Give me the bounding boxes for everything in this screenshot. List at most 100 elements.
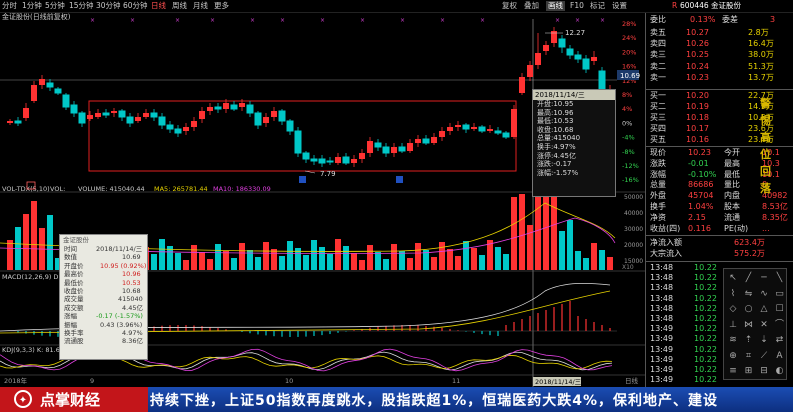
detail-info-window[interactable]: 金证股份 时间 2018/11/14/三 数值 10.69 开盘价 10.95 (0.… xyxy=(59,234,148,360)
stock-name: 金证股份 xyxy=(711,1,741,10)
stat-label: 净资 xyxy=(650,212,666,222)
candle-body xyxy=(214,106,222,110)
stat-label-2: 最低 xyxy=(724,169,740,179)
drawing-tool-icon[interactable]: ⇡ xyxy=(742,334,756,346)
period-1min[interactable]: 1分钟 xyxy=(22,1,42,11)
volume-bar xyxy=(407,258,413,270)
tick-time: 13:48 xyxy=(650,314,674,323)
vol-value: VOLUME: 415040.44 xyxy=(78,185,145,193)
drawing-tool-icon[interactable]: ⊟ xyxy=(757,365,771,377)
candle-body xyxy=(398,146,406,152)
buy-label: 买三 xyxy=(650,113,666,122)
candle-body xyxy=(286,120,294,132)
drawing-tool-icon[interactable]: ⇄ xyxy=(773,334,787,346)
period-daily[interactable]: 日线 xyxy=(151,1,166,11)
sell-row: 卖三 10.25 38.0万 xyxy=(650,50,790,60)
drawing-tool-icon[interactable]: ≡ xyxy=(726,365,740,377)
candle-body xyxy=(23,108,29,118)
drawing-tool-icon[interactable]: ○ xyxy=(742,303,756,315)
drawing-tool-icon[interactable]: ◇ xyxy=(726,303,740,315)
volume-bar xyxy=(519,194,525,270)
volume-bar xyxy=(367,245,373,270)
buy-label: 买四 xyxy=(650,124,666,133)
drawing-tool-icon[interactable]: ⋈ xyxy=(742,319,756,331)
f10-button[interactable]: F10 xyxy=(570,1,584,11)
overlay-button[interactable]: 叠加 xyxy=(524,1,539,11)
volume-bar xyxy=(303,255,309,270)
candle-body xyxy=(294,130,302,154)
flow-row: 大宗流入 575.2万 xyxy=(650,249,790,259)
flow-label: 大宗流入 xyxy=(650,249,682,258)
drawing-tool-icon[interactable]: ↖ xyxy=(726,272,740,284)
period-60min[interactable]: 60分钟 xyxy=(123,1,148,11)
buy-price: 10.19 xyxy=(686,102,709,111)
popup-open: 开盘:10.95 xyxy=(537,100,574,108)
drawing-tool-icon[interactable]: ⌗ xyxy=(742,350,756,362)
drawing-tool-icon[interactable]: ╱ xyxy=(742,272,756,284)
tick-price: 10.22 xyxy=(694,263,717,272)
tick-price: 10.22 xyxy=(694,314,717,323)
event-marker-blue-icon-2[interactable] xyxy=(396,176,403,183)
candle-body xyxy=(487,129,493,131)
price-axis-tick: -4% xyxy=(622,134,635,142)
drawing-tool-icon[interactable]: ─ xyxy=(757,272,771,284)
period-15min[interactable]: 15分钟 xyxy=(69,1,94,11)
volume-bar xyxy=(391,244,397,270)
volume-bar xyxy=(31,201,37,270)
candle-body xyxy=(223,103,229,109)
period-more[interactable]: 更多 xyxy=(214,1,229,11)
draw-line-button[interactable]: 画线 xyxy=(546,1,565,11)
candle-body xyxy=(422,138,430,144)
volume-bar xyxy=(207,259,213,270)
stat-label-2: 今开 xyxy=(724,148,740,157)
drawing-tool-icon[interactable]: ◐ xyxy=(773,365,787,377)
drawing-tool-icon[interactable]: ⌇ xyxy=(726,288,740,300)
event-marker-blue-icon[interactable] xyxy=(299,176,306,183)
tick-time: 13:48 xyxy=(650,303,674,313)
period-monthly[interactable]: 月线 xyxy=(193,1,208,11)
top-marker: × xyxy=(400,17,405,24)
settings-button[interactable]: 设置 xyxy=(612,1,627,11)
period-5min[interactable]: 5分钟 xyxy=(45,1,65,11)
drawing-tool-icon[interactable]: ✕ xyxy=(757,319,771,331)
candle-body xyxy=(431,137,437,143)
restore-right-button[interactable]: 复权 xyxy=(502,1,517,11)
drawing-tool-icon[interactable]: ☐ xyxy=(773,303,787,315)
drawing-tool-icon[interactable]: A xyxy=(773,350,787,362)
period-weekly[interactable]: 周线 xyxy=(172,1,187,11)
period-intraday[interactable]: 分时 xyxy=(2,1,17,11)
candle-body xyxy=(150,112,158,118)
drawing-tool-icon[interactable]: ≋ xyxy=(726,334,740,346)
volume-unit: X10 xyxy=(622,264,634,271)
volume-bar xyxy=(271,249,277,270)
candle-body xyxy=(335,157,341,163)
drawing-tools-panel: ↖ ╱ ─ ╲ ⌇ ⇋ ∿ ▭ ◇ ○ △ ☐ ⊥ ⋈ ✕ ⌒ ≋ ⇡ ⇣ ⇄ ⊕ ⌗ ⟋ A ≡ ⊞ ⊟ ◐ xyxy=(723,268,787,380)
tick-time: 13:49 xyxy=(650,354,674,364)
drawing-tool-icon[interactable]: ⟋ xyxy=(757,350,771,362)
candle-body xyxy=(302,152,310,160)
candle-body xyxy=(478,126,486,132)
drawing-tool-icon[interactable]: ⇣ xyxy=(757,334,771,346)
drawing-tool-icon[interactable]: ▭ xyxy=(773,288,787,300)
buy-price: 10.16 xyxy=(686,135,709,144)
mark-button[interactable]: 标记 xyxy=(590,1,605,11)
drawing-tool-icon[interactable]: ⊞ xyxy=(742,365,756,377)
candle-body xyxy=(391,147,397,153)
drawing-tool-icon[interactable]: ╲ xyxy=(773,272,787,284)
weicha-value: 3 xyxy=(770,15,776,24)
drawing-tool-icon[interactable]: ⌒ xyxy=(773,319,787,331)
candle-body xyxy=(191,121,197,127)
candle-body xyxy=(46,82,54,88)
volume-bar xyxy=(359,260,365,270)
volume-bar xyxy=(527,225,533,270)
price-axis-tick: 8% xyxy=(622,91,632,99)
drawing-tool-icon[interactable]: ⊥ xyxy=(726,319,740,331)
top-marker: × xyxy=(440,17,445,24)
drawing-tool-icon[interactable]: ⊕ xyxy=(726,350,740,362)
drawing-tool-icon[interactable]: ∿ xyxy=(757,288,771,300)
drawing-tool-icon[interactable]: ⇋ xyxy=(742,288,756,300)
volume-bar xyxy=(319,247,325,270)
detail-val-6: 415040 xyxy=(118,295,143,304)
period-30min[interactable]: 30分钟 xyxy=(96,1,121,11)
drawing-tool-icon[interactable]: △ xyxy=(757,303,771,315)
